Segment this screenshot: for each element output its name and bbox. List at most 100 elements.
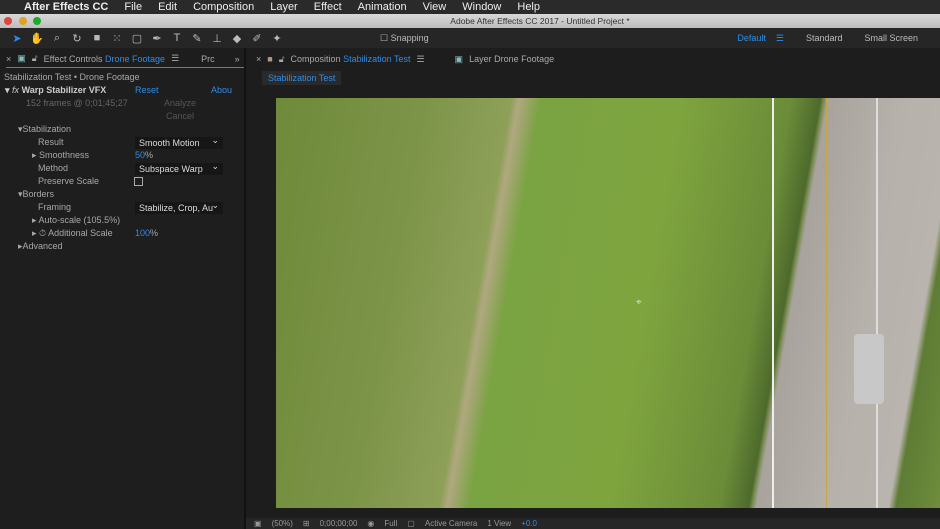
- group-label: Borders: [22, 189, 55, 199]
- app-menu[interactable]: After Effects CC: [16, 1, 116, 13]
- tab-layer[interactable]: Layer Drone Footage: [469, 54, 554, 64]
- autoscale-label: Auto-scale (105.5%): [38, 215, 121, 225]
- tab-label: Effect Controls: [43, 53, 103, 64]
- left-panel-tabs: × ▣ 🔓︎ Effect Controls Drone Footage ☰ P…: [6, 50, 244, 68]
- framing-dropdown[interactable]: Stabilize, Crop, Au: [135, 199, 223, 214]
- additional-scale-number[interactable]: 100: [135, 228, 150, 238]
- lock-icon[interactable]: 🔓︎: [279, 54, 285, 65]
- composition-icon: ■: [267, 54, 273, 64]
- menu-file[interactable]: File: [116, 1, 150, 13]
- smoothness-row[interactable]: ▸ Smoothness: [32, 149, 89, 162]
- pan-behind-tool-icon[interactable]: ⁙: [110, 32, 124, 45]
- advanced-group[interactable]: ▸Advanced: [18, 240, 63, 253]
- minimize-window-button[interactable]: [19, 17, 27, 25]
- additional-scale-row[interactable]: ▸ ⏱︎ Additional Scale: [32, 227, 113, 240]
- camera-snapshot-icon[interactable]: ◉: [367, 519, 374, 528]
- viewer-controls-bar: ▣ (50%) ⊞ 0;00;00;00 ◉ Full ▢ Active Cam…: [246, 518, 940, 529]
- stabilization-group[interactable]: ▾Stabilization: [18, 123, 71, 136]
- pen-tool-icon[interactable]: ✒: [150, 32, 164, 45]
- tab-project[interactable]: Prc: [201, 54, 215, 64]
- percent-sign: %: [150, 228, 159, 238]
- close-window-button[interactable]: [4, 17, 12, 25]
- brush-tool-icon[interactable]: ✎: [190, 32, 204, 45]
- zoom-dropdown[interactable]: (50%): [272, 519, 293, 528]
- composition-viewer[interactable]: ⌖: [276, 98, 940, 508]
- tab-composition[interactable]: Composition Stabilization Test: [291, 54, 411, 64]
- clone-stamp-tool-icon[interactable]: ⊥: [210, 32, 224, 45]
- workspace-small-screen[interactable]: Small Screen: [864, 33, 918, 43]
- maximize-window-button[interactable]: [33, 17, 41, 25]
- road-line: [876, 98, 878, 508]
- tab-label: Composition: [290, 54, 341, 64]
- analyze-button[interactable]: Analyze: [164, 97, 196, 110]
- rectangle-tool-icon[interactable]: ▢: [130, 32, 144, 45]
- stopwatch-icon[interactable]: ⏱︎: [39, 228, 46, 238]
- anchor-point-icon[interactable]: ⌖: [636, 297, 642, 308]
- reset-link[interactable]: Reset: [135, 84, 159, 97]
- close-tab-icon[interactable]: ×: [256, 54, 261, 64]
- additional-scale-value[interactable]: 100%: [135, 227, 158, 240]
- camera-dropdown[interactable]: Active Camera: [425, 519, 477, 528]
- smoothness-value[interactable]: 50%: [135, 149, 153, 162]
- autoscale-row[interactable]: ▸ Auto-scale (105.5%): [32, 214, 120, 227]
- smoothness-label: Smoothness: [39, 150, 90, 160]
- zoom-tool-icon[interactable]: ⌕: [50, 32, 64, 45]
- rotate-tool-icon[interactable]: ↻: [70, 32, 84, 45]
- framing-label: Framing: [38, 202, 72, 212]
- cancel-button[interactable]: Cancel: [166, 110, 194, 123]
- snapping-toggle[interactable]: ☐ Snapping: [380, 33, 429, 44]
- overflow-icon[interactable]: »: [235, 54, 240, 64]
- tab-effect-controls[interactable]: Effect Controls Drone Footage: [44, 54, 165, 64]
- menu-animation[interactable]: Animation: [350, 1, 415, 13]
- region-icon[interactable]: ▢: [407, 519, 415, 528]
- smoothness-number[interactable]: 50: [135, 150, 145, 160]
- menu-effect[interactable]: Effect: [306, 1, 350, 13]
- breadcrumb: Stabilization Test • Drone Footage: [4, 72, 140, 82]
- percent-sign: %: [145, 150, 154, 160]
- puppet-pin-tool-icon[interactable]: ✦: [270, 32, 284, 45]
- panel-menu-icon[interactable]: ☰: [171, 53, 179, 64]
- effect-header[interactable]: ▾ fx Warp Stabilizer VFX: [5, 84, 106, 97]
- menu-layer[interactable]: Layer: [262, 1, 306, 13]
- title-bar: Adobe After Effects CC 2017 - Untitled P…: [0, 14, 940, 28]
- workspace-menu-icon[interactable]: ☰: [776, 33, 784, 44]
- selection-tool-icon[interactable]: ➤: [10, 32, 24, 45]
- eraser-tool-icon[interactable]: ◆: [230, 32, 244, 45]
- group-label: Advanced: [22, 241, 63, 251]
- method-dropdown[interactable]: Subspace Warp: [135, 160, 223, 175]
- truck: [854, 334, 884, 404]
- close-tab-icon[interactable]: ×: [6, 54, 11, 64]
- panel-menu-icon[interactable]: ☰: [416, 54, 424, 65]
- menu-bar: After Effects CC File Edit Composition L…: [0, 0, 940, 14]
- result-label: Result: [38, 137, 64, 147]
- hand-tool-icon[interactable]: ✋: [30, 32, 44, 45]
- workspace-switcher: Default ☰ Standard Small Screen: [737, 28, 940, 48]
- road-center-line: [826, 98, 827, 508]
- workspace-standard[interactable]: Standard: [806, 33, 843, 43]
- comp-subtab[interactable]: Stabilization Test: [262, 71, 342, 85]
- footage-icon: ▣: [454, 53, 464, 64]
- resolution-dropdown[interactable]: Full: [384, 519, 397, 528]
- lock-icon[interactable]: 🔓︎: [32, 53, 38, 64]
- borders-group[interactable]: ▾Borders: [18, 188, 54, 201]
- menu-edit[interactable]: Edit: [150, 1, 185, 13]
- panel-divider[interactable]: [244, 48, 246, 529]
- workspace-default[interactable]: Default: [737, 33, 766, 43]
- roto-brush-tool-icon[interactable]: ✐: [250, 32, 264, 45]
- grid-icon[interactable]: ⊞: [303, 519, 310, 528]
- camera-tool-icon[interactable]: ■: [90, 32, 104, 44]
- group-label: Stabilization: [22, 124, 72, 134]
- menu-help[interactable]: Help: [509, 1, 548, 13]
- type-tool-icon[interactable]: T: [170, 32, 184, 44]
- snapshot-toggle-icon[interactable]: ▣: [254, 519, 262, 528]
- timecode[interactable]: 0;00;00;00: [320, 519, 358, 528]
- menu-view[interactable]: View: [415, 1, 455, 13]
- about-link[interactable]: Abou: [211, 84, 232, 97]
- views-dropdown[interactable]: 1 View: [487, 519, 511, 528]
- preserve-scale-checkbox[interactable]: [134, 177, 143, 186]
- menu-window[interactable]: Window: [454, 1, 509, 13]
- tab-comp-name: Stabilization Test: [343, 54, 411, 64]
- exposure-value[interactable]: +0.0: [521, 519, 537, 528]
- menu-composition[interactable]: Composition: [185, 1, 262, 13]
- result-dropdown[interactable]: Smooth Motion: [135, 134, 223, 149]
